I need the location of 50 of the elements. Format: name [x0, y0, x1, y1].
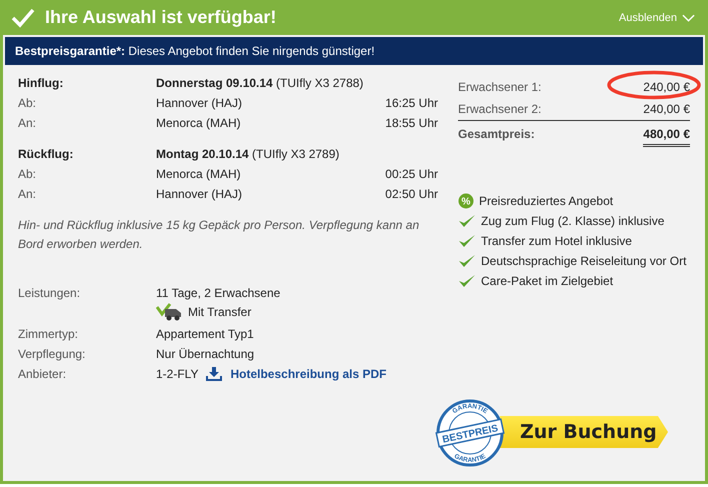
time: 16:25 Uhr [384, 96, 438, 110]
airport: Hannover (HAJ) [156, 96, 244, 110]
time: 02:50 Uhr [384, 187, 438, 201]
feature-text: Preisreduziertes Angebot [479, 194, 614, 208]
banner-text: Bestpreisgarantie*: Dieses Angebot finden Sie nirgends günstiger! [15, 44, 375, 58]
detail-value: 11 Tage, 2 Erwachsene [156, 286, 280, 300]
price-amount: 240,00 € [643, 80, 690, 94]
flight-label: Rückflug: [18, 147, 74, 161]
price-label: Erwachsener 2: [458, 102, 542, 116]
time: 00:25 Uhr [384, 167, 438, 181]
leg-label: An: [18, 187, 38, 201]
chevron-down-icon [682, 14, 695, 22]
percent-badge-icon: % [458, 193, 474, 209]
detail-value: Appartement Typ1 [156, 327, 254, 341]
feature-text: Care-Paket im Zielgebiet [481, 274, 614, 288]
total-amount: 480,00 € [643, 127, 690, 147]
total-label: Gesamtpreis: [458, 127, 535, 143]
detail-label: Verpflegung: [18, 347, 86, 361]
feature-text: Deutschsprachige Reiseleitung vor Ort [481, 254, 686, 268]
detail-label: Leistungen: [18, 286, 82, 300]
detail-label: Zimmertyp: [18, 327, 79, 341]
leg-label: An: [18, 116, 38, 130]
header-title: Ihre Auswahl ist verfügbar! [45, 7, 278, 28]
time: 18:55 Uhr [384, 116, 438, 130]
check-icon [458, 233, 476, 249]
airport: Menorca (MAH) [156, 167, 242, 181]
pdf-link[interactable]: Hotelbeschreibung als PDF [230, 367, 386, 381]
detail-value: Nur Übernachtung [156, 347, 254, 361]
detail-label: Anbieter: [18, 367, 68, 381]
download-icon [206, 367, 222, 381]
airport: Hannover (HAJ) [156, 187, 244, 201]
transfer-bus-icon [156, 303, 182, 321]
check-icon [458, 273, 476, 289]
flight-date: Montag 20.10.14 (TUIfly X3 2789) [156, 147, 340, 161]
check-icon [458, 213, 476, 229]
booking-button[interactable]: Zur Buchung [500, 416, 668, 448]
feature-text: Transfer zum Hotel inklusive [481, 234, 632, 248]
leg-label: Ab: [18, 96, 38, 110]
baggage-note: Hin- und Rückflug inklusive 15 kg Gepäck pro Person. Verpflegung kann an Bord erworben werden. [18, 217, 420, 253]
detail-extra: Mit Transfer [188, 305, 252, 319]
check-icon [458, 253, 476, 269]
check-icon [11, 8, 35, 28]
airport: Menorca (MAH) [156, 116, 242, 130]
feature-text: Zug zum Flug (2. Klasse) inklusive [481, 214, 664, 228]
price-amount: 240,00 € [643, 102, 690, 116]
price-label: Erwachsener 1: [458, 80, 542, 94]
flight-date: Donnerstag 09.10.14 (TUIfly X3 2788) [156, 76, 364, 90]
leg-label: Ab: [18, 167, 38, 181]
flight-label: Hinflug: [18, 76, 64, 90]
detail-value: 1-2-FLY [156, 367, 198, 381]
